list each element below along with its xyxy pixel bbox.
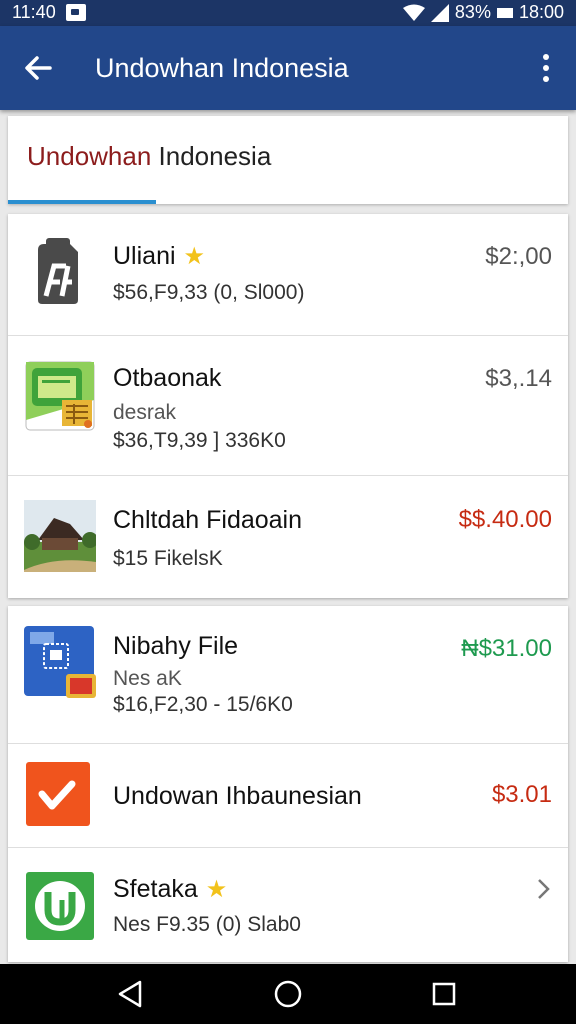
landscape-photo-icon [24, 500, 96, 572]
status-bar: 11:40 83% 18:00 [0, 0, 576, 26]
star-icon: ★ [205, 876, 228, 903]
item-detail: $15 FikelsK [113, 547, 223, 570]
list-item[interactable]: Sfetaka ★ Nes F9.35 (0) Slab0 [8, 848, 568, 962]
item-price: ₦$31.00 [461, 635, 552, 662]
item-description: desrak [113, 401, 177, 424]
list-item[interactable]: Nibahy File Nes aK $16,F2,30 - 15/6K0 ₦$… [8, 606, 568, 744]
battery-icon [496, 7, 513, 18]
item-detail: $56,F9,33 (0, Sl000) [113, 281, 305, 304]
navigation-bar [0, 964, 576, 1024]
item-price: $3,.14 [485, 365, 552, 392]
item-price: $$.40.00 [458, 506, 552, 533]
item-price: $2:,00 [485, 243, 552, 270]
star-icon: ★ [183, 243, 206, 270]
wifi-icon [402, 4, 425, 21]
page-title: Undowhan Indonesia [95, 53, 349, 83]
item-description: Nes aK [113, 667, 182, 690]
item-price: $3.01 [491, 781, 552, 808]
status-clock: 18:00 [518, 2, 564, 22]
item-detail: $36,T9,39 ] 336K0 [113, 429, 286, 452]
nav-recents-icon[interactable] [428, 978, 460, 1010]
nav-home-icon[interactable] [272, 978, 304, 1010]
spreadsheet-app-icon [25, 361, 95, 431]
overflow-menu-icon[interactable] [534, 50, 558, 86]
app-bar: Undowhan Indonesia [0, 26, 576, 110]
tab-indicator [8, 200, 156, 204]
signal-icon [430, 3, 449, 22]
item-detail: $16,F2,30 - 15/6K0 [113, 693, 293, 716]
item-name: Sfetaka [113, 875, 198, 903]
u-logo-app-icon [26, 872, 94, 940]
status-time-left: 11:40 [12, 2, 56, 22]
list-card-2: Nibahy File Nes aK $16,F2,30 - 15/6K0 ₦$… [8, 606, 568, 962]
tab-label-accent: Undowhan [27, 141, 152, 171]
tab-bar: Undowhan Indonesia [8, 116, 568, 204]
list-item[interactable]: Uliani ★ $56,F9,33 (0, Sl000) $2:,00 [8, 214, 568, 336]
chevron-right-icon[interactable] [532, 876, 554, 902]
checkmark-app-icon [26, 762, 90, 826]
list-card-1: Uliani ★ $56,F9,33 (0, Sl000) $2:,00 Otba… [8, 214, 568, 598]
tab-label-rest: Indonesia [151, 141, 272, 171]
list-item[interactable]: Otbaonak desrak $36,T9,39 ] 336K0 $3,.14 [8, 336, 568, 476]
back-arrow-icon[interactable] [20, 50, 56, 86]
item-detail: Nes F9.35 (0) Slab0 [113, 913, 301, 936]
item-name: Otbaonak [113, 364, 222, 392]
list-item[interactable]: Undowan Ihbaunesian $3.01 [8, 744, 568, 848]
item-name: Uliani [113, 242, 176, 270]
tab-undowhan-indonesia[interactable]: Undowhan Indonesia [27, 140, 271, 172]
item-name: Chltdah Fidaoain [113, 506, 303, 534]
item-name: Nibahy File [113, 632, 239, 660]
gallery-notification-icon [65, 4, 86, 21]
calendar-app-icon [24, 626, 96, 698]
nav-back-icon[interactable] [114, 978, 146, 1010]
list-item[interactable]: Chltdah Fidaoain $15 FikelsK $$.40.00 [8, 476, 568, 598]
document-app-icon [38, 238, 78, 304]
item-name: Undowan Ihbaunesian [113, 782, 362, 810]
battery-percent: 83% [454, 2, 491, 22]
